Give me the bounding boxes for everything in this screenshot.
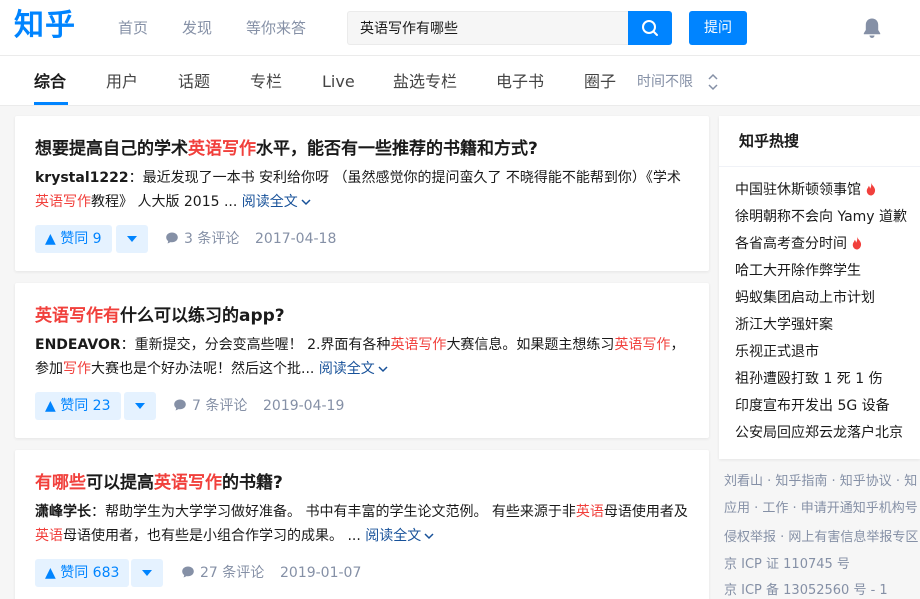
upvote-button[interactable]: ▲ 赞同 23 (35, 392, 121, 420)
comment-icon (174, 399, 186, 411)
fire-icon (852, 236, 862, 249)
downvote-button[interactable] (131, 559, 163, 587)
fire-icon (866, 182, 876, 195)
comments-link[interactable]: 7 条评论 (173, 392, 247, 420)
time-filter-select[interactable]: 时间不限 (637, 73, 693, 91)
read-more-link[interactable]: 阅读全文 (319, 361, 389, 377)
upvote-icon: ▲ (45, 398, 56, 414)
tab-users[interactable]: 用户 (106, 72, 138, 92)
search-result-card: 英语写作有什么可以练习的app? ENDEAVOR：重新提交，分会变高些喔！ 2… (15, 283, 709, 438)
tab-live[interactable]: Live (322, 72, 355, 92)
hot-search-title: 知乎热搜 (739, 132, 800, 150)
footer-links[interactable]: 刘看山 · 知乎指南 · 知乎协议 · 知 (724, 473, 917, 491)
downvote-button[interactable] (116, 225, 148, 253)
divider (719, 166, 920, 167)
author-name[interactable]: 潇峰学长 (35, 504, 91, 520)
author-name[interactable]: krystal1222 (35, 170, 129, 186)
read-more-link[interactable]: 阅读全文 (365, 528, 435, 544)
search-icon (642, 20, 658, 36)
hot-search-panel: 知乎热搜 中国驻休斯顿领事馆 徐明朝称不会向 Yamy 道歉 各省高考查分时间 … (719, 116, 920, 459)
upvote-icon: ▲ (45, 565, 56, 581)
chevron-down-icon (301, 199, 311, 206)
tab-ebooks[interactable]: 电子书 (496, 72, 544, 92)
comment-icon (166, 232, 178, 244)
footer-links[interactable]: 应用 · 工作 · 申请开通知乎机构号 (724, 500, 918, 518)
chevron-down-icon (424, 533, 434, 540)
search-result-card: 有哪些可以提高英语写作的书籍? 潇峰学长：帮助学生为大学学习做好准备。 书中有丰… (15, 450, 709, 599)
comments-link[interactable]: 27 条评论 (181, 559, 264, 587)
tab-salt-columns[interactable]: 盐选专栏 (393, 72, 457, 92)
bell-icon[interactable] (860, 16, 884, 40)
downvote-icon (142, 570, 152, 576)
search-button[interactable] (628, 11, 672, 45)
upvote-icon: ▲ (45, 231, 56, 247)
result-title[interactable]: 有哪些可以提高英语写作的书籍? (35, 471, 283, 495)
hot-search-item[interactable]: 各省高考查分时间 (735, 234, 863, 254)
hot-search-item[interactable]: 蚂蚁集团启动上市计划 (735, 288, 875, 308)
icp-record: 京 ICP 备 13052560 号 - 1 (724, 583, 888, 598)
chevron-updown-icon[interactable] (706, 72, 720, 92)
icp-license: 京 ICP 证 110745 号 (724, 557, 850, 572)
upvote-button[interactable]: ▲ 赞同 683 (35, 559, 130, 587)
comment-icon (182, 566, 194, 578)
hot-search-item[interactable]: 祖孙遭殴打致 1 死 1 伤 (735, 369, 883, 389)
hot-search-item[interactable]: 印度宣布开发出 5G 设备 (735, 396, 890, 416)
downvote-icon (135, 403, 145, 409)
search-type-tabs: 综合 用户 话题 专栏 Live 盐选专栏 电子书 圈子 时间不限 (0, 56, 920, 106)
read-more-link[interactable]: 阅读全文 (242, 194, 312, 210)
result-excerpt: krystal1222：最近发现了一本书 安利给你呀 （虽然感觉你的提问蛮久了 … (35, 170, 681, 210)
tab-circles[interactable]: 圈子 (584, 72, 616, 92)
hot-search-item[interactable]: 中国驻休斯顿领事馆 (735, 180, 877, 200)
ask-question-button[interactable]: 提问 (689, 11, 747, 45)
nav-discover[interactable]: 发现 (182, 18, 212, 38)
hot-search-item[interactable]: 公安局回应郑云龙落户北京 (735, 423, 903, 443)
tab-columns[interactable]: 专栏 (250, 72, 282, 92)
post-date: 2017-04-18 (255, 231, 337, 247)
upvote-button[interactable]: ▲ 赞同 9 (35, 225, 112, 253)
author-name[interactable]: ENDEAVOR (35, 337, 121, 353)
result-excerpt: ENDEAVOR：重新提交，分会变高些喔！ 2.界面有各种英语写作大赛信息。如果… (35, 337, 685, 377)
hot-search-item[interactable]: 乐视正式退市 (735, 342, 819, 362)
hot-search-item[interactable]: 哈工大开除作弊学生 (735, 261, 861, 281)
result-title[interactable]: 想要提高自己的学术英语写作水平，能否有一些推荐的书籍和方式? (35, 137, 538, 161)
footer-links[interactable]: 侵权举报 · 网上有害信息举报专区 (724, 529, 918, 547)
tab-topics[interactable]: 话题 (178, 72, 210, 92)
downvote-button[interactable] (124, 392, 156, 420)
result-excerpt: 潇峰学长：帮助学生为大学学习做好准备。 书中有丰富的学生论文范例。 有些来源于非… (35, 504, 688, 544)
chevron-down-icon (378, 366, 388, 373)
top-header: 知乎 首页 发现 等你来答 提问 (0, 0, 920, 56)
active-tab-indicator (34, 102, 68, 105)
result-title[interactable]: 英语写作有什么可以练习的app? (35, 304, 285, 328)
comments-link[interactable]: 3 条评论 (165, 225, 239, 253)
post-date: 2019-01-07 (280, 565, 362, 581)
search-input[interactable] (347, 11, 629, 45)
tab-general[interactable]: 综合 (34, 72, 66, 92)
hot-search-item[interactable]: 徐明朝称不会向 Yamy 道歉 (735, 207, 907, 227)
downvote-icon (127, 236, 137, 242)
hot-search-item[interactable]: 浙江大学强奸案 (735, 315, 833, 335)
nav-home[interactable]: 首页 (118, 18, 148, 38)
nav-waiting-answers[interactable]: 等你来答 (246, 18, 306, 38)
search-result-card: 想要提高自己的学术英语写作水平，能否有一些推荐的书籍和方式? krystal12… (15, 116, 709, 271)
zhihu-logo[interactable]: 知乎 (14, 6, 76, 46)
post-date: 2019-04-19 (263, 398, 345, 414)
